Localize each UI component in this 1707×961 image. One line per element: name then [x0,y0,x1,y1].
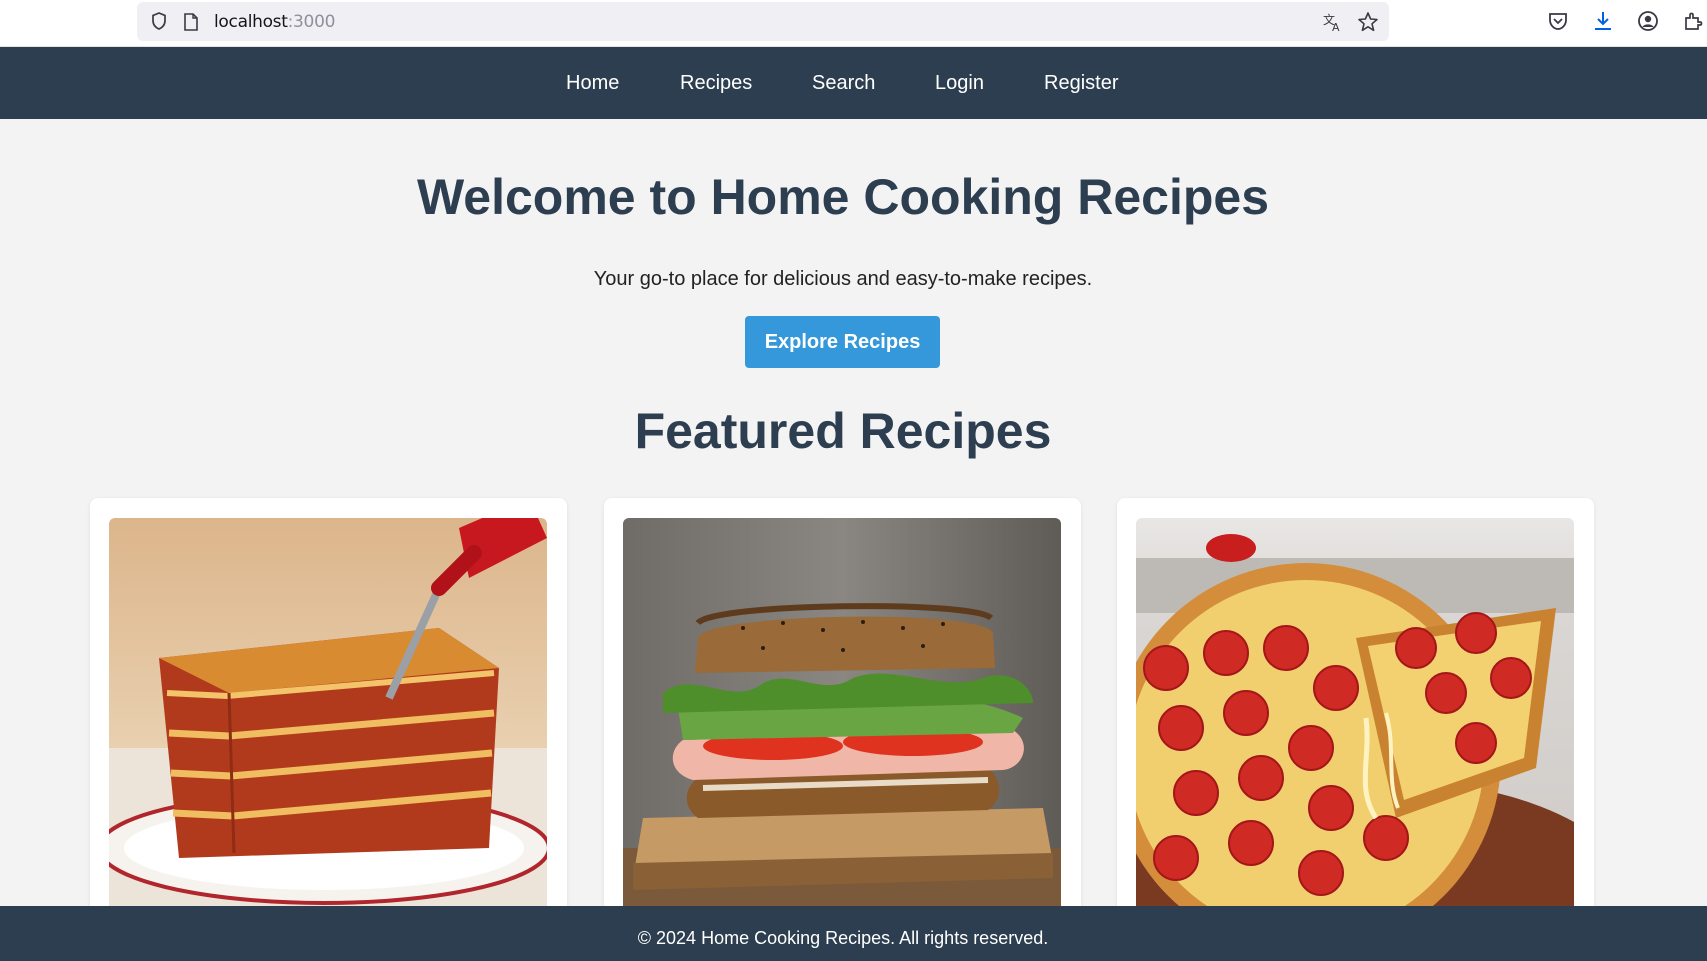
pepperoni-pizza-image[interactable] [1136,518,1574,918]
pocket-icon[interactable] [1547,10,1569,32]
recipe-card-1[interactable] [90,498,567,918]
browser-toolbar: localhost:3000 文 A [0,0,1707,47]
nav-login[interactable]: Login [935,72,984,95]
bookmark-star-icon[interactable] [1357,11,1379,33]
main-navbar: Home Recipes Search Login Register [0,47,1707,119]
copyright-text: © 2024 Home Cooking Recipes. All rights … [637,928,1049,948]
address-bar[interactable]: localhost:3000 文 A [137,2,1389,41]
lasagna-image[interactable] [109,518,547,918]
shield-icon[interactable] [149,11,169,31]
nav-home[interactable]: Home [566,72,619,95]
nav-recipes[interactable]: Recipes [680,72,752,95]
hero-subtitle: Your go-to place for delicious and easy-… [593,268,1093,290]
recipe-card-2[interactable] [604,498,1081,918]
nav-search[interactable]: Search [812,72,875,95]
recipe-card-3[interactable] [1117,498,1594,918]
hero-title: Welcome to Home Cooking Recipes [416,169,1270,225]
url-text: localhost:3000 [214,12,336,32]
translate-icon[interactable]: 文 A [1322,11,1344,33]
featured-recipes-heading: Featured Recipes [634,403,1052,459]
explore-recipes-button[interactable]: Explore Recipes [745,316,940,368]
site-footer: © 2024 Home Cooking Recipes. All rights … [0,906,1707,961]
extensions-icon[interactable] [1682,10,1704,32]
account-icon[interactable] [1637,10,1659,32]
sandwich-image[interactable] [623,518,1061,918]
svg-text:A: A [1332,21,1340,33]
nav-register[interactable]: Register [1044,72,1118,95]
download-icon[interactable] [1592,10,1614,32]
page-icon [184,13,198,31]
